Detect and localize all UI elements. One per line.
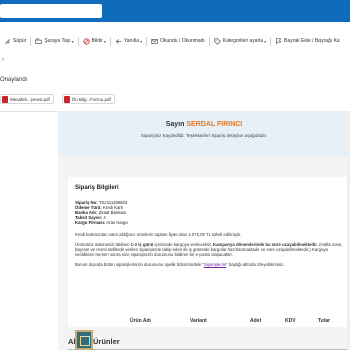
tag-icon xyxy=(214,37,221,45)
report-icon xyxy=(83,37,90,45)
shipping-warning: Kampanya dönemlerinde bu süre uzayabilme… xyxy=(213,241,318,247)
attachment-name: Ön Bilg...Formu.pdf xyxy=(71,96,111,102)
chevron-down-icon: ▾ xyxy=(264,38,267,44)
chevron-down-icon: ▾ xyxy=(103,38,106,44)
search-input[interactable] xyxy=(0,4,102,18)
mark-read-label: Okundu / Okunmadı xyxy=(160,38,205,44)
cargo-label: Kargo Firması: xyxy=(75,220,106,226)
mark-read-button[interactable]: Okundu / Okunmadı xyxy=(147,34,209,48)
my-orders-link[interactable]: Siparişlerim xyxy=(204,262,226,267)
sweep-icon xyxy=(5,38,10,44)
shipping-text-b: içerisinde kargoya verilecektir. xyxy=(153,241,214,247)
products-section: Alınan Ürünler xyxy=(68,337,350,350)
move-to-button[interactable]: Şuraya Taşı ▾ xyxy=(31,34,77,48)
column-header-variant: Variant xyxy=(190,318,207,324)
flag-icon xyxy=(276,37,282,44)
greeting-line: Sayın SERDAL FIRINCI xyxy=(58,121,350,128)
chevron-down-icon: ▾ xyxy=(71,38,74,44)
customer-name: SERDAL FIRINCI xyxy=(186,121,243,128)
attachment-list: Mesafeli...şmesi.pdf Ön Bilg...Formu.pdf xyxy=(0,94,115,104)
greeting-banner: Sayın SERDAL FIRINCI Siparişiniz Kaydedi… xyxy=(58,111,350,156)
message-toolbar: Süpür Şuraya Taşı ▾ Bildir ▾ Yanıtla ▾ O… xyxy=(0,30,350,52)
tracking-note: Bunun dışında bütün siparişlerinizin dur… xyxy=(75,262,343,267)
greeting-prefix: Sayın xyxy=(165,121,185,128)
column-header-total: Tutar xyxy=(318,318,331,324)
categorize-button[interactable]: Kategorileri ayarla ▾ xyxy=(210,34,270,48)
report-label: Bildir xyxy=(91,38,103,44)
flag-button[interactable]: Bayrak Ekle / Bayrağı Ka xyxy=(271,34,344,48)
folder-move-icon xyxy=(35,37,42,44)
sweep-label: Süpür xyxy=(13,38,27,44)
attachment-item[interactable]: Mesafeli...şmesi.pdf xyxy=(0,94,54,104)
cargo-row: Kargo Firması: Aras Kargo xyxy=(75,220,343,225)
charge-note: Kredi kartınızdan satın aldığınız ürünle… xyxy=(75,232,242,238)
products-table-header: Ürün Adı Variant Adet KDV Tutar xyxy=(0,318,350,326)
move-to-label: Şuraya Taşı xyxy=(44,38,71,44)
reply-all-icon xyxy=(115,38,122,44)
tracking-text-a: Bunun dışında bütün siparişlerinizin dur… xyxy=(75,261,204,267)
column-header-vat: KDV xyxy=(285,318,296,324)
order-info-card: Sipariş Bilgileri Sipariş No: TS21111998… xyxy=(68,177,350,327)
shipping-note: Ürününüz ödemenizi takiben 1-3 iş günü i… xyxy=(75,242,343,258)
shipping-days: 1-3 iş günü xyxy=(130,241,154,247)
envelope-icon xyxy=(151,38,158,44)
column-header-product: Ürün Adı xyxy=(130,318,151,324)
product-thumbnail[interactable] xyxy=(75,330,93,350)
sweep-button[interactable]: Süpür xyxy=(0,34,30,48)
flag-label: Bayrak Ekle / Bayrağı Ka xyxy=(284,38,340,44)
email-body: Sayın SERDAL FIRINCI Siparişiniz Kaydedi… xyxy=(58,111,350,350)
tracking-text-b: " başlığı altında izleyebilirsiniz. xyxy=(226,261,285,267)
message-subject: Onaylandı xyxy=(0,77,28,83)
chevron-down-icon: ▾ xyxy=(140,38,143,44)
pdf-icon xyxy=(63,95,70,103)
categorize-label: Kategorileri ayarla xyxy=(222,38,264,44)
attachment-item[interactable]: Ön Bilg...Formu.pdf xyxy=(61,94,115,104)
report-button[interactable]: Bildir ▾ xyxy=(79,34,110,48)
column-header-quantity: Adet xyxy=(250,318,262,324)
reply-all-button[interactable]: Yanıtla ▾ xyxy=(111,34,146,48)
reply-label: Yanıtla xyxy=(123,38,140,44)
shipping-text-a: Ürününüz ödemenizi takiben xyxy=(75,241,131,247)
chevron-right-icon[interactable]: › xyxy=(2,57,4,63)
attachment-name: Mesafeli...şmesi.pdf xyxy=(10,96,50,102)
thanks-text: Siparişiniz Kaydedildi. Teşekkürler! Sip… xyxy=(140,133,268,138)
cargo-value: Aras Kargo xyxy=(106,220,128,226)
products-title: Alınan Ürünler xyxy=(68,337,120,346)
pdf-icon xyxy=(2,95,8,103)
app-header-bar xyxy=(0,0,350,22)
section-title: Sipariş Bilgileri xyxy=(75,185,119,191)
